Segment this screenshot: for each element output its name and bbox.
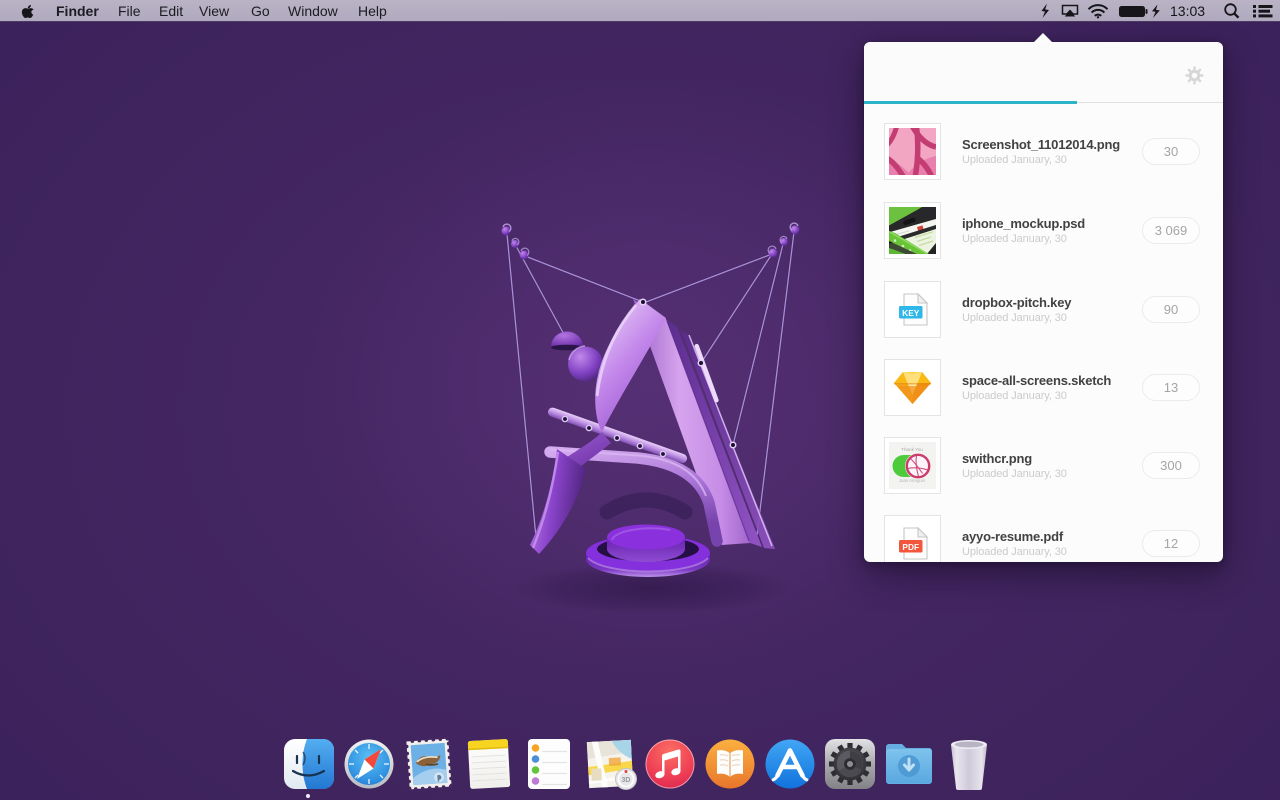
svg-text:3D: 3D [622,777,631,784]
svg-text:Thank You: Thank You [901,447,923,452]
svg-text:PDF: PDF [902,542,919,552]
svg-text:Juan Arreguin: Juan Arreguin [899,478,926,483]
svg-text:KEY: KEY [902,308,920,318]
